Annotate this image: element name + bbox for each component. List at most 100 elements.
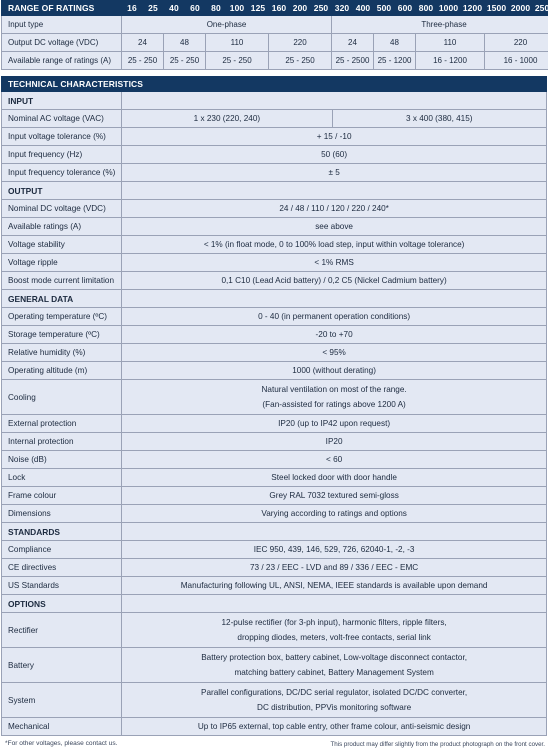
technical-characteristics-section: TECHNICAL CHARACTERISTICS INPUT Nominal … [0,76,548,736]
mechanical-row: Mechanical Up to IP65 external, top cabl… [2,718,547,736]
available-range-label: Available range of ratings (A) [2,52,122,70]
voltage-stability-value: < 1% (in float mode, 0 to 100% load step… [122,236,547,254]
input-type-one-phase: One-phase [122,16,332,34]
rating-value-1000: 1000 [437,1,461,16]
battery-row: Battery Battery protection box, battery … [2,648,547,683]
lock-label: Lock [2,469,122,487]
section-options-label: OPTIONS [2,595,122,613]
boost-mode-current-limitation-row: Boost mode current limitation 0,1 C10 (L… [2,272,547,290]
available-range-3ph-220: 16 - 1000 [485,52,548,70]
input-voltage-tolerance-value: + 15 / -10 [122,128,547,146]
system-label: System [2,683,122,718]
external-protection-row: External protection IP20 (up to IP42 upo… [2,415,547,433]
range-of-ratings-table: RANGE OF RATINGS 16 25 40 60 80 100 125 … [1,0,548,70]
nominal-ac-voltage-label: Nominal AC voltage (VAC) [2,110,122,128]
section-output-label: OUTPUT [2,182,122,200]
output-dc-voltage-3ph-24: 24 [332,34,374,52]
operating-altitude-row: Operating altitude (m) 1000 (without der… [2,362,547,380]
internal-protection-value: IP20 [122,433,547,451]
input-voltage-tolerance-row: Input voltage tolerance (%) + 15 / -10 [2,128,547,146]
noise-label: Noise (dB) [2,451,122,469]
input-frequency-tolerance-label: Input frequency tolerance (%) [2,164,122,182]
relative-humidity-value: < 95% [122,344,547,362]
ce-directives-row: CE directives 73 / 23 / EEC - LVD and 89… [2,559,547,577]
system-value: Parallel configurations, DC/DC serial re… [122,683,547,718]
nominal-dc-voltage-row: Nominal DC voltage (VDC) 24 / 48 / 110 /… [2,200,547,218]
mechanical-label: Mechanical [2,718,122,736]
battery-label: Battery [2,648,122,683]
rating-value-1200: 1200 [461,1,485,16]
rating-value-500: 500 [374,1,395,16]
output-dc-voltage-1ph-48: 48 [164,34,206,52]
output-dc-voltage-label: Output DC voltage (VDC) [2,34,122,52]
rating-value-2500: 2500 [533,1,548,16]
storage-temperature-row: Storage temperature (ºC) -20 to +70 [2,326,547,344]
dimensions-row: Dimensions Varying according to ratings … [2,505,547,523]
operating-altitude-label: Operating altitude (m) [2,362,122,380]
voltage-stability-label: Voltage stability [2,236,122,254]
output-dc-voltage-3ph-48: 48 [374,34,416,52]
us-standards-label: US Standards [2,577,122,595]
technical-title: TECHNICAL CHARACTERISTICS [2,77,547,92]
dimensions-value: Varying according to ratings and options [122,505,547,523]
rating-value-160: 160 [269,1,290,16]
mechanical-value: Up to IP65 external, top cable entry, ot… [122,718,547,736]
input-voltage-tolerance-label: Input voltage tolerance (%) [2,128,122,146]
ce-directives-value: 73 / 23 / EEC - LVD and 89 / 336 / EEC -… [122,559,547,577]
section-input-row: INPUT [2,92,547,110]
input-frequency-row: Input frequency (Hz) 50 (60) [2,146,547,164]
storage-temperature-label: Storage temperature (ºC) [2,326,122,344]
rating-value-250: 250 [311,1,332,16]
cooling-value-line2: (Fan-assisted for ratings above 1200 A) [122,397,546,412]
rating-value-125: 125 [248,1,269,16]
ratings-header-row: RANGE OF RATINGS 16 25 40 60 80 100 125 … [2,1,548,16]
footnotes: *For other voltages, please contact us. … [1,740,547,754]
input-frequency-tolerance-row: Input frequency tolerance (%) ± 5 [2,164,547,182]
rating-value-200: 200 [290,1,311,16]
voltage-ripple-value: < 1% RMS [122,254,547,272]
system-value-line1: Parallel configurations, DC/DC serial re… [122,685,546,700]
frame-colour-label: Frame colour [2,487,122,505]
boost-mode-current-limitation-value: 0,1 C10 (Lead Acid battery) / 0,2 C5 (Ni… [122,272,547,290]
rating-value-1500: 1500 [485,1,509,16]
internal-protection-row: Internal protection IP20 [2,433,547,451]
operating-temperature-row: Operating temperature (ºC) 0 - 40 (in pe… [2,308,547,326]
frame-colour-row: Frame colour Grey RAL 7032 textured semi… [2,487,547,505]
input-frequency-label: Input frequency (Hz) [2,146,122,164]
output-dc-voltage-row: Output DC voltage (VDC) 24 48 110 220 24… [2,34,548,52]
rectifier-row: Rectifier 12-pulse rectifier (for 3-ph i… [2,613,547,648]
operating-temperature-value: 0 - 40 (in permanent operation condition… [122,308,547,326]
lock-value: Steel locked door with door handle [122,469,547,487]
output-dc-voltage-1ph-220: 220 [269,34,332,52]
cooling-value: Natural ventilation on most of the range… [122,380,547,415]
rating-value-800: 800 [416,1,437,16]
system-value-line2: DC distribution, PPVis monitoring softwa… [122,700,546,715]
compliance-value: IEC 950, 439, 146, 529, 726, 62040-1, -2… [122,541,547,559]
input-type-label: Input type [2,16,122,34]
relative-humidity-row: Relative humidity (%) < 95% [2,344,547,362]
compliance-row: Compliance IEC 950, 439, 146, 529, 726, … [2,541,547,559]
section-options-row: OPTIONS [2,595,547,613]
footnote-photograph-disclaimer: This product may differ slightly from th… [331,741,546,748]
section-general-data-label: GENERAL DATA [2,290,122,308]
input-type-three-phase: Three-phase [332,16,548,34]
nominal-dc-voltage-value: 24 / 48 / 110 / 120 / 220 / 240* [122,200,547,218]
voltage-ripple-row: Voltage ripple < 1% RMS [2,254,547,272]
nominal-ac-voltage-one-phase: 1 x 230 (220, 240) [122,110,332,128]
rectifier-value-line1: 12-pulse rectifier (for 3-ph input), har… [122,615,546,630]
section-options-spacer [122,595,547,613]
available-range-3ph-24: 25 - 2500 [332,52,374,70]
available-range-3ph-48: 25 - 1200 [374,52,416,70]
internal-protection-label: Internal protection [2,433,122,451]
available-ratings-value: see above [122,218,547,236]
rectifier-value-line2: dropping diodes, meters, volt-free conta… [122,630,546,645]
available-range-1ph-110: 25 - 250 [206,52,269,70]
input-frequency-value: 50 (60) [122,146,547,164]
frame-colour-value: Grey RAL 7032 textured semi-gloss [122,487,547,505]
available-ratings-row: Available ratings (A) see above [2,218,547,236]
section-input-spacer [122,92,547,110]
technical-characteristics-table: TECHNICAL CHARACTERISTICS INPUT Nominal … [1,76,547,736]
nominal-ac-voltage-three-phase: 3 x 400 (380, 415) [332,110,546,128]
available-range-3ph-110: 16 - 1200 [416,52,485,70]
rectifier-value: 12-pulse rectifier (for 3-ph input), har… [122,613,547,648]
